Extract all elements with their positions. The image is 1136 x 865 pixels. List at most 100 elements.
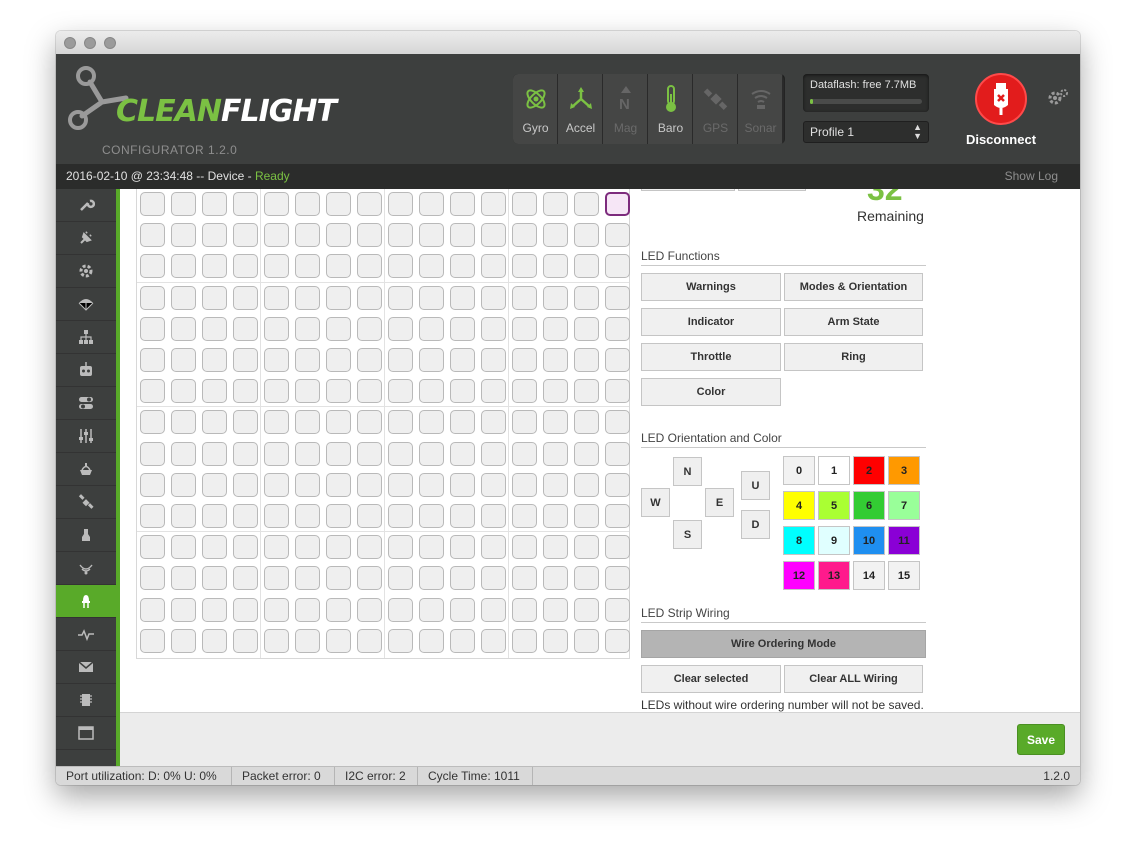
- led-cell[interactable]: [605, 441, 630, 466]
- led-cell[interactable]: [202, 504, 227, 528]
- save-button[interactable]: Save: [1017, 724, 1065, 755]
- led-cell[interactable]: [450, 472, 475, 497]
- partial-button[interactable]: [641, 189, 735, 191]
- color-swatch-12[interactable]: 12: [783, 561, 815, 590]
- led-cell[interactable]: [605, 566, 630, 591]
- color-swatch-10[interactable]: 10: [853, 526, 885, 555]
- led-cell[interactable]: [512, 254, 537, 279]
- sidebar-tab-tethered[interactable]: [56, 651, 116, 684]
- led-cell[interactable]: [481, 472, 506, 497]
- led-cell[interactable]: [202, 535, 227, 560]
- clear-all-wiring-button[interactable]: Clear ALL Wiring: [784, 665, 923, 693]
- led-cell[interactable]: [357, 535, 382, 560]
- led-cell[interactable]: [388, 316, 413, 341]
- led-cell[interactable]: [574, 597, 599, 622]
- led-cell[interactable]: [326, 379, 351, 404]
- led-cell[interactable]: [264, 254, 289, 279]
- led-cell[interactable]: [388, 254, 413, 279]
- led-cell[interactable]: [357, 628, 382, 653]
- led-cell[interactable]: [264, 348, 289, 372]
- sidebar-tab-dataflash[interactable]: [56, 684, 116, 717]
- led-cell[interactable]: [450, 410, 475, 435]
- led-cell[interactable]: [295, 472, 320, 497]
- led-cell[interactable]: [233, 628, 258, 653]
- led-cell[interactable]: [450, 535, 475, 560]
- led-cell[interactable]: [140, 504, 165, 528]
- led-cell[interactable]: [357, 410, 382, 435]
- modes-orientation-button[interactable]: Modes & Orientation: [784, 273, 923, 301]
- led-cell[interactable]: [295, 285, 320, 310]
- led-cell[interactable]: [295, 410, 320, 435]
- led-cell[interactable]: [295, 254, 320, 279]
- led-cell[interactable]: [326, 472, 351, 497]
- led-cell[interactable]: [171, 628, 196, 653]
- led-cell[interactable]: [202, 379, 227, 404]
- led-cell[interactable]: [357, 223, 382, 248]
- led-cell[interactable]: [450, 379, 475, 404]
- led-cell[interactable]: [512, 223, 537, 248]
- led-cell[interactable]: [512, 566, 537, 591]
- led-cell[interactable]: [233, 254, 258, 279]
- led-cell[interactable]: [326, 597, 351, 622]
- led-cell[interactable]: [574, 348, 599, 372]
- led-cell[interactable]: [481, 285, 506, 310]
- led-cell[interactable]: [140, 535, 165, 560]
- led-cell[interactable]: [357, 472, 382, 497]
- led-cell[interactable]: [171, 504, 196, 528]
- led-cell[interactable]: [574, 192, 599, 216]
- led-cell[interactable]: [326, 348, 351, 372]
- led-cell[interactable]: [140, 285, 165, 310]
- led-cell[interactable]: [326, 410, 351, 435]
- led-cell[interactable]: [419, 316, 444, 341]
- led-cell[interactable]: [605, 285, 630, 310]
- led-cell[interactable]: [543, 223, 568, 248]
- led-cell[interactable]: [295, 348, 320, 372]
- color-swatch-8[interactable]: 8: [783, 526, 815, 555]
- led-cell[interactable]: [140, 192, 165, 216]
- led-cell[interactable]: [264, 379, 289, 404]
- arm-state-button[interactable]: Arm State: [784, 308, 923, 336]
- sidebar-tab-sonar[interactable]: [56, 552, 116, 585]
- color-swatch-2[interactable]: 2: [853, 456, 885, 485]
- led-cell[interactable]: [264, 285, 289, 310]
- led-cell[interactable]: [264, 223, 289, 248]
- led-cell[interactable]: [388, 504, 413, 528]
- led-cell[interactable]: [574, 285, 599, 310]
- led-cell[interactable]: [264, 192, 289, 216]
- led-cell[interactable]: [543, 379, 568, 404]
- show-log-link[interactable]: Show Log: [1005, 169, 1058, 183]
- led-cell[interactable]: [202, 223, 227, 248]
- led-cell[interactable]: [171, 472, 196, 497]
- led-cell[interactable]: [574, 223, 599, 248]
- led-cell[interactable]: [481, 410, 506, 435]
- wire-ordering-mode-button[interactable]: Wire Ordering Mode: [641, 630, 926, 658]
- sidebar-tab-toggles[interactable]: [56, 387, 116, 420]
- led-cell[interactable]: [574, 379, 599, 404]
- led-cell[interactable]: [512, 535, 537, 560]
- led-cell[interactable]: [481, 504, 506, 528]
- led-cell[interactable]: [140, 410, 165, 435]
- direction-u-button[interactable]: U: [741, 471, 770, 500]
- sidebar-tab-sliders[interactable]: [56, 420, 116, 453]
- led-cell[interactable]: [388, 223, 413, 248]
- color-swatch-3[interactable]: 3: [888, 456, 920, 485]
- led-cell[interactable]: [357, 192, 382, 216]
- led-cell[interactable]: [326, 566, 351, 591]
- led-cell[interactable]: [605, 254, 630, 279]
- led-cell[interactable]: [543, 348, 568, 372]
- led-cell[interactable]: [450, 316, 475, 341]
- led-cell[interactable]: [419, 472, 444, 497]
- led-cell[interactable]: [326, 192, 351, 216]
- led-cell[interactable]: [202, 628, 227, 653]
- partial-button[interactable]: [738, 189, 806, 191]
- led-cell[interactable]: [171, 379, 196, 404]
- led-cell[interactable]: [388, 597, 413, 622]
- led-cell[interactable]: [233, 285, 258, 310]
- led-cell[interactable]: [171, 566, 196, 591]
- led-cell[interactable]: [264, 441, 289, 466]
- led-cell[interactable]: [264, 410, 289, 435]
- sidebar-tab-network[interactable]: [56, 321, 116, 354]
- led-cell[interactable]: [388, 348, 413, 372]
- led-cell[interactable]: [357, 316, 382, 341]
- indicator-button[interactable]: Indicator: [641, 308, 781, 336]
